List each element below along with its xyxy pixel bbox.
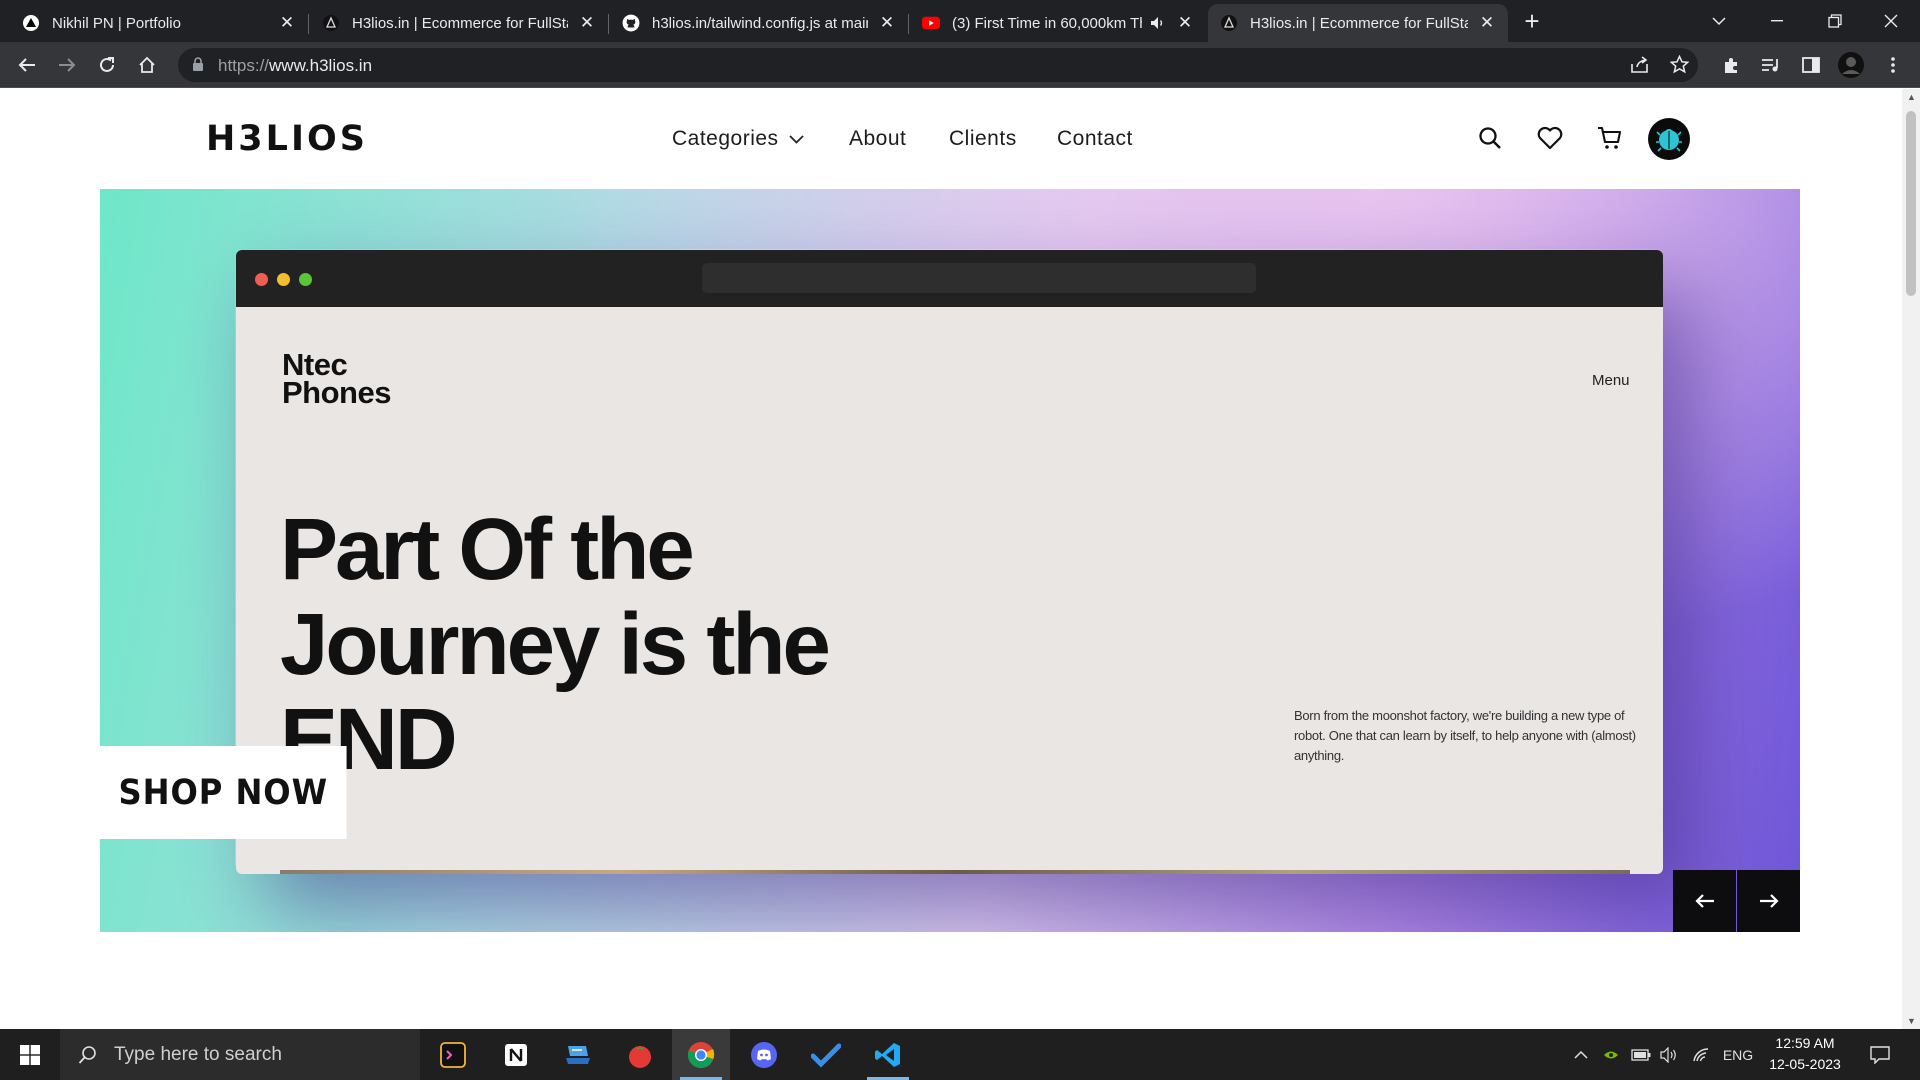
mockup-description: Born from the moonshot factory, we're bu… <box>1294 708 1636 763</box>
tab-title: Nikhil PN | Portfolio <box>52 14 181 32</box>
home-button[interactable] <box>132 50 162 80</box>
windows-start-button[interactable] <box>0 1029 60 1080</box>
battery-icon[interactable] <box>1628 1029 1654 1080</box>
tab-title: h3lios.in/tailwind.config.js at main <box>652 14 868 32</box>
input-language[interactable]: ENG <box>1720 1029 1756 1080</box>
taskbar-search-placeholder: Type here to search <box>114 1043 282 1065</box>
shop-now-button[interactable]: SHOP NOW <box>100 746 347 839</box>
user-avatar[interactable] <box>1648 118 1690 160</box>
extensions-icon[interactable] <box>1716 50 1746 80</box>
mockup-window-bar <box>236 250 1663 307</box>
forward-button[interactable] <box>52 50 82 80</box>
tab-search-button[interactable] <box>1690 0 1748 42</box>
carousel-prev-button[interactable] <box>1673 870 1736 932</box>
browser-menu-icon[interactable] <box>1878 50 1908 80</box>
todo-app-icon[interactable] <box>797 1029 855 1080</box>
tomato-timer-app-icon[interactable] <box>611 1029 669 1080</box>
chrome-app-icon[interactable] <box>672 1029 730 1080</box>
close-window-button[interactable] <box>1862 0 1920 42</box>
scrollbar-thumb[interactable] <box>1906 111 1916 296</box>
mockup-url-bar <box>702 263 1256 293</box>
site-logo[interactable]: H3LIOS <box>206 119 368 159</box>
windows-taskbar: Type here to search ENG 12:59 AM 12-05-2… <box>0 1029 1920 1080</box>
tab-h3lios[interactable]: H3lios.in | Ecommerce for FullStack ✕ <box>310 4 609 42</box>
web-page: H3LIOS Categories About Clients Contact <box>0 89 1902 1029</box>
nav-contact[interactable]: Contact <box>1057 127 1133 151</box>
media-controls-icon[interactable] <box>1756 50 1786 80</box>
window-dot-red <box>255 273 268 286</box>
tab-youtube[interactable]: (3) First Time in 60,000km Th ✕ <box>910 4 1208 42</box>
back-button[interactable] <box>12 50 42 80</box>
share-icon[interactable] <box>1630 56 1650 79</box>
clock-time: 12:59 AM <box>1775 1035 1835 1051</box>
system-clock[interactable]: 12:59 AM 12-05-2023 <box>1760 1033 1850 1075</box>
volume-icon[interactable] <box>1656 1029 1682 1080</box>
tab-strip: Nikhil PN | Portfolio ✕ H3lios.in | Ecom… <box>0 0 1920 42</box>
search-icon <box>78 1045 98 1065</box>
bookmark-star-icon[interactable] <box>1669 54 1690 79</box>
mockup-brand: Ntec Phones <box>282 347 391 410</box>
reload-button[interactable] <box>92 50 122 80</box>
triangle-icon <box>22 14 40 32</box>
tab-title: (3) First Time in 60,000km Th <box>952 14 1142 32</box>
github-icon <box>622 14 640 32</box>
close-icon[interactable]: ✕ <box>1176 13 1194 32</box>
vscode-app-icon[interactable] <box>859 1029 917 1080</box>
restore-button[interactable] <box>1806 0 1864 42</box>
wifi-icon[interactable] <box>1688 1029 1714 1080</box>
notion-app-icon[interactable] <box>487 1029 545 1080</box>
close-icon[interactable]: ✕ <box>878 13 896 32</box>
mockup-headline: Part Of the Journey is the END <box>280 501 831 788</box>
side-panel-icon[interactable] <box>1796 50 1826 80</box>
speaker-icon[interactable] <box>1150 16 1166 30</box>
window-dot-yellow <box>277 273 290 286</box>
tab-title: H3lios.in | Ecommerce for FullStack <box>1250 14 1468 32</box>
window-dot-green <box>299 273 312 286</box>
h3lios-icon <box>322 14 340 32</box>
nav-about[interactable]: About <box>849 127 906 151</box>
mockup-menu: Menu <box>1592 372 1630 389</box>
close-icon[interactable]: ✕ <box>278 13 296 32</box>
cart-icon[interactable] <box>1594 122 1626 154</box>
mockup-image-strip <box>280 870 1630 874</box>
chevron-down-icon <box>788 134 804 144</box>
file-transfer-app-icon[interactable] <box>549 1029 607 1080</box>
lock-icon[interactable] <box>192 57 204 77</box>
terminal-app-icon[interactable] <box>424 1029 482 1080</box>
tab-h3lios-active[interactable]: H3lios.in | Ecommerce for FullStack ✕ <box>1208 4 1508 42</box>
search-icon[interactable] <box>1474 122 1506 154</box>
browser-toolbar: https://www.h3lios.in <box>0 42 1920 88</box>
hero-banner: Ntec Phones Menu Part Of the Journey is … <box>100 189 1800 932</box>
discord-app-icon[interactable] <box>735 1029 793 1080</box>
address-bar[interactable]: https://www.h3lios.in <box>178 48 1698 82</box>
taskbar-search-box[interactable]: Type here to search <box>60 1029 420 1080</box>
nav-categories[interactable]: Categories <box>672 127 804 151</box>
hero-mockup: Ntec Phones Menu Part Of the Journey is … <box>236 250 1663 874</box>
new-tab-button[interactable]: + <box>1518 8 1546 36</box>
page-scrollbar[interactable]: ▲ ▼ <box>1902 89 1920 1029</box>
nav-categories-label: Categories <box>672 127 779 150</box>
close-icon[interactable]: ✕ <box>578 13 596 32</box>
tab-title: H3lios.in | Ecommerce for FullStack <box>352 14 568 32</box>
url-text: https://www.h3lios.in <box>218 56 373 75</box>
carousel-next-button[interactable] <box>1737 870 1800 932</box>
close-icon[interactable]: ✕ <box>1478 13 1496 32</box>
tab-portfolio[interactable]: Nikhil PN | Portfolio ✕ <box>10 4 309 42</box>
profile-avatar[interactable] <box>1836 50 1866 80</box>
minimize-button[interactable] <box>1748 0 1806 42</box>
h3lios-icon <box>1220 14 1238 32</box>
youtube-icon <box>922 14 940 32</box>
clock-date: 12-05-2023 <box>1769 1056 1841 1072</box>
tab-github[interactable]: h3lios.in/tailwind.config.js at main ✕ <box>610 4 909 42</box>
nav-clients[interactable]: Clients <box>949 127 1017 151</box>
notifications-icon[interactable] <box>1862 1029 1898 1080</box>
show-hidden-icons-chevron-icon[interactable] <box>1568 1029 1594 1080</box>
nvidia-tray-icon[interactable] <box>1598 1029 1624 1080</box>
heart-icon[interactable] <box>1534 122 1566 154</box>
